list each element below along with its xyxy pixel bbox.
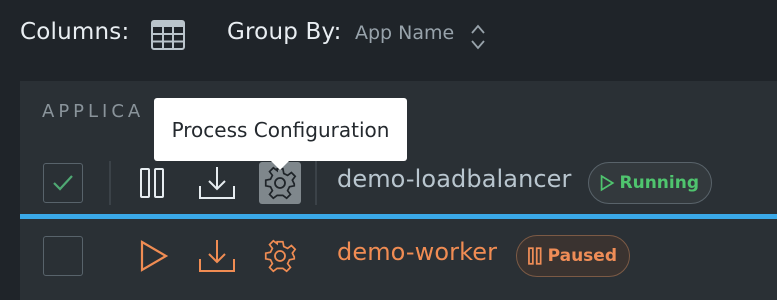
tooltip-arrow: [270, 160, 290, 170]
play-icon[interactable]: [133, 235, 175, 277]
table-row[interactable]: demo-worker Paused: [20, 221, 777, 291]
app-name[interactable]: demo-worker: [337, 238, 497, 266]
play-icon: [600, 174, 615, 192]
row-checkbox[interactable]: [43, 236, 83, 276]
selection-indicator: [20, 214, 777, 219]
gear-icon[interactable]: [259, 235, 301, 277]
download-icon[interactable]: [196, 162, 238, 204]
column-header-application[interactable]: APPLICA: [42, 101, 144, 122]
app-name[interactable]: demo-loadbalancer: [337, 165, 572, 193]
status-label: Paused: [547, 246, 617, 266]
columns-table-icon[interactable]: [151, 20, 185, 50]
status-label: Running: [619, 173, 700, 193]
tooltip: Process Configuration: [154, 98, 407, 161]
group-by-label: Group By:: [227, 19, 342, 45]
toolbar: Columns: Group By: App Name: [0, 0, 777, 80]
row-checkbox[interactable]: [43, 163, 83, 203]
tooltip-text: Process Configuration: [171, 117, 390, 142]
divider: [315, 161, 317, 205]
divider: [109, 161, 111, 205]
chevron-up-down-icon[interactable]: [470, 23, 486, 51]
status-badge: Paused: [516, 235, 630, 277]
columns-label: Columns:: [20, 19, 130, 45]
status-badge: Running: [588, 162, 712, 204]
download-icon[interactable]: [196, 235, 238, 277]
checkmark-icon: [53, 175, 73, 191]
pause-icon[interactable]: [131, 162, 173, 204]
group-by-select[interactable]: App Name: [355, 22, 454, 44]
pause-icon: [528, 247, 542, 265]
